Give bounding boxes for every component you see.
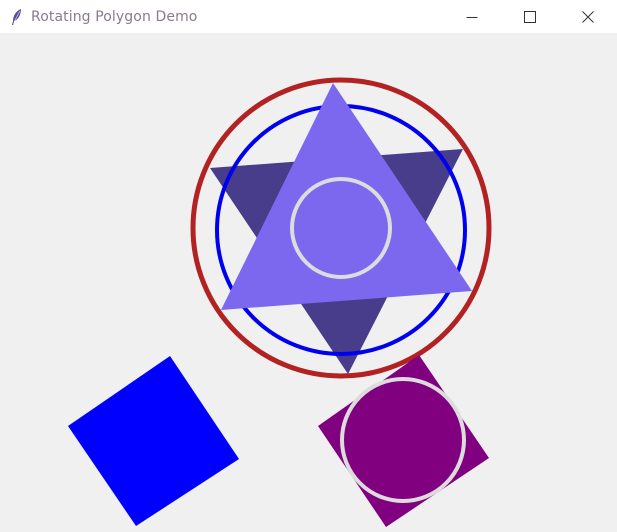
center-ring [290,177,392,279]
close-button[interactable] [559,0,617,33]
purple-circle [340,377,466,503]
minimize-icon [466,16,478,18]
feather-icon [9,8,25,25]
maximize-button[interactable] [501,0,559,33]
drawing-canvas[interactable] [0,33,617,532]
window-controls [443,0,617,33]
blue-square [68,356,239,526]
minimize-button[interactable] [443,0,501,33]
window-title: Rotating Polygon Demo [31,8,198,25]
canvas-drawing [68,77,492,527]
maximize-icon [524,10,536,23]
title-bar[interactable]: Rotating Polygon Demo [0,0,617,33]
app-window: Rotating Polygon Demo [0,0,617,532]
close-icon [582,10,594,23]
